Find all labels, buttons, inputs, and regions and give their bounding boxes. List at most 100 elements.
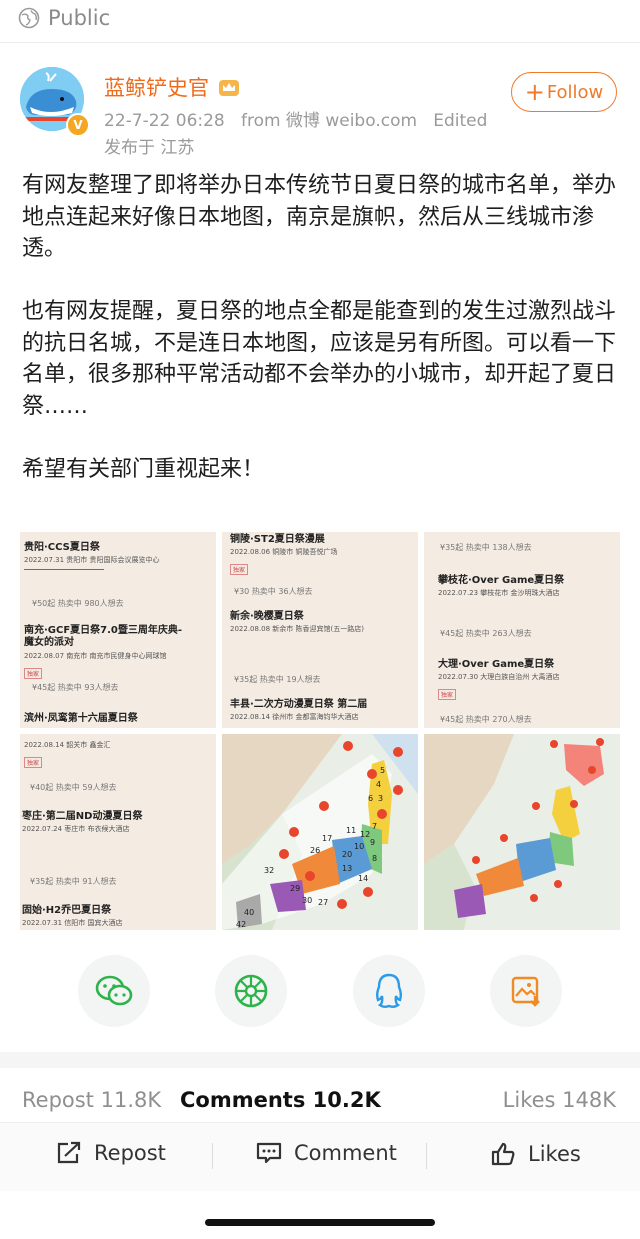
divider (0, 42, 640, 43)
edited-label[interactable]: Edited (433, 111, 487, 131)
event-stat: ¥35起 热卖中 19人想去 (234, 675, 321, 684)
post-source: from 微博 weibo.com (240, 111, 418, 131)
image-2[interactable]: 铜陵·ST2夏日祭漫展 2022.08.06 铜陵市 铜陵吾悦广场 独家 ¥30… (222, 532, 418, 728)
event-meta: 2022.07.30 大理白族自治州 大禹酒店 (438, 673, 560, 681)
share-moments-button[interactable] (215, 955, 287, 1027)
event-title: 丰县·二次方动漫夏日祭 第二届 (230, 699, 368, 710)
list-item: ¥45起 热卖中 263人想去 大理·Over Game夏日祭 2022.07.… (424, 628, 620, 701)
stats-row: Repost 11.8K Comments 10.2K Likes 148K (0, 1084, 640, 1120)
share-wechat-button[interactable] (78, 955, 150, 1027)
repost-label: Repost (94, 1141, 166, 1165)
crown-badge-icon (219, 80, 239, 96)
action-bar: Repost Comment Likes (0, 1122, 640, 1191)
thumbs-up-icon (491, 1142, 515, 1166)
avatar[interactable]: V (20, 67, 90, 137)
visibility-indicator: Public (18, 6, 110, 30)
image-grid: 贵阳·CCS夏日祭 2022.07.31 贵阳市 贵阳国际会议展览中心 ¥50起… (20, 532, 620, 930)
qq-icon (376, 973, 402, 1008)
post-text: 有网友整理了即将举办日本传统节日夏日祭的城市名单，举办地点连起来好像日本地图，南… (22, 173, 617, 482)
image-5-map[interactable]: 5 4 3 6 7 9 12 11 10 8 26 20 17 32 13 14… (222, 734, 418, 930)
image-6-map[interactable] (424, 734, 620, 930)
map-label: 7 (372, 822, 378, 831)
globe-icon (18, 7, 40, 29)
list-item: 铜陵·ST2夏日祭漫展 2022.08.06 铜陵市 铜陵吾悦广场 独家 (222, 532, 418, 576)
image-3[interactable]: ¥35起 热卖中 138人想去 攀枝花·Over Game夏日祭 2022.07… (424, 532, 620, 728)
image-4[interactable]: 2022.08.14 韶关市 鑫金汇 独家 ¥40起 热卖中 59人想去 枣庄·… (20, 734, 216, 930)
event-stat: ¥50起 热卖中 980人想去 (32, 599, 124, 608)
author-name[interactable]: 蓝鲸铲史官 (104, 72, 209, 102)
event-stat: ¥45起 热卖中 263人想去 (440, 629, 532, 638)
image-1[interactable]: 贵阳·CCS夏日祭 2022.07.31 贵阳市 贵阳国际会议展览中心 ¥50起… (20, 532, 216, 728)
event-title: 攀枝花·Over Game夏日祭 (438, 575, 565, 586)
event-stat: ¥40起 热卖中 59人想去 (30, 783, 117, 792)
verified-v-icon: V (66, 113, 90, 137)
exclusive-tag: 独家 (230, 564, 249, 575)
follow-button[interactable]: + Follow (511, 72, 617, 112)
section-divider (0, 1052, 640, 1068)
list-item: ¥35起 热卖中 91人想去 固始·H2乔巴夏日祭 2022.07.31 信阳市… (20, 876, 216, 928)
plus-icon: + (524, 78, 545, 106)
divider (426, 1143, 427, 1169)
map-label: 27 (318, 898, 329, 907)
event-meta: 2022.08.14 徐州市 金都富海钧华大酒店 (230, 713, 359, 721)
map-label: 13 (342, 864, 353, 873)
wechat-icon (95, 975, 133, 1006)
event-title: 铜陵·ST2夏日祭漫展 (230, 534, 325, 545)
post-meta: 22-7-22 06:28 from 微博 weibo.com Edited (104, 106, 487, 131)
tab-reposts[interactable]: Repost 11.8K (22, 1088, 161, 1112)
list-item: ¥35起 热卖中 138人想去 攀枝花·Over Game夏日祭 2022.07… (424, 542, 620, 598)
event-stat: ¥45起 热卖中 93人想去 (32, 683, 119, 692)
map-label: 9 (370, 838, 376, 847)
event-title: 大理·Over Game夏日祭 (438, 659, 555, 670)
follow-label: Follow (546, 81, 604, 103)
home-indicator[interactable] (205, 1219, 435, 1226)
save-image-button[interactable] (490, 955, 562, 1027)
like-button[interactable]: Likes (490, 1141, 581, 1167)
comment-button[interactable]: Comment (256, 1141, 397, 1165)
list-item: ¥50起 热卖中 980人想去 南充·GCF夏日祭7.0暨三周年庆典-魔女的派对… (20, 598, 216, 680)
map-label: 26 (310, 846, 321, 855)
map-label: 6 (368, 794, 374, 803)
event-title: 新余·晚樱夏日祭 (230, 611, 304, 622)
tab-comments[interactable]: Comments 10.2K (180, 1088, 381, 1112)
map-label: 5 (380, 766, 386, 775)
map-number-labels: 5 4 3 6 7 9 12 11 10 8 26 20 17 32 13 14… (222, 734, 418, 930)
repost-button[interactable]: Repost (56, 1141, 166, 1165)
post-location: 发布于 江苏 (104, 138, 195, 158)
event-title: 滨州·凤鸾第十六届夏日祭 (24, 713, 138, 724)
map-label: 29 (290, 884, 301, 893)
map-label: 12 (360, 830, 371, 839)
repost-icon (57, 1141, 81, 1164)
map-label: 10 (354, 842, 365, 851)
exclusive-tag: 独家 (24, 757, 43, 768)
map-label: 17 (322, 834, 333, 843)
visibility-label: Public (48, 6, 111, 30)
list-item: 贵阳·CCS夏日祭 2022.07.31 贵阳市 贵阳国际会议展览中心 (20, 538, 216, 570)
author-name-row[interactable]: 蓝鲸铲史官 (104, 72, 241, 102)
event-meta: 2022.08.07 南充市 南充市民健身中心网球馆 (24, 652, 167, 660)
map-label: 42 (236, 920, 247, 929)
divider (212, 1143, 213, 1169)
event-title: 枣庄·第二届ND动漫夏日祭 (22, 811, 143, 822)
event-meta: 2022.07.31 贵阳市 贵阳国际会议展览中心 (24, 556, 160, 564)
exclusive-tag: 独家 (438, 689, 457, 700)
list-item: 2022.08.14 韶关市 鑫金汇 独家 (20, 738, 216, 769)
map-label: 14 (358, 874, 369, 883)
save-image-icon (511, 976, 540, 1007)
event-stat: ¥35起 热卖中 91人想去 (30, 877, 117, 886)
share-row (0, 955, 640, 1029)
tab-likes[interactable]: Likes 148K (503, 1088, 616, 1112)
event-stat: ¥30 热卖中 36人想去 (234, 587, 313, 596)
event-meta: 2022.08.08 新余市 陈香迎宾馆(五一路店) (230, 625, 364, 633)
map-label: 40 (244, 908, 255, 917)
list-item: ¥35起 热卖中 19人想去 丰县·二次方动漫夏日祭 第二届 2022.08.1… (222, 674, 418, 722)
comment-label: Comment (294, 1141, 397, 1165)
event-title: 贵阳·CCS夏日祭 (24, 542, 100, 553)
share-qq-button[interactable] (353, 955, 425, 1027)
map-label: 8 (372, 854, 378, 863)
exclusive-tag: 独家 (24, 668, 43, 679)
list-item: ¥45起 热卖中 270人想去 (424, 714, 620, 725)
japan-map-graphic (424, 734, 620, 930)
list-item: ¥30 热卖中 36人想去 新余·晚樱夏日祭 2022.08.08 新余市 陈香… (222, 586, 418, 634)
map-label: 30 (302, 896, 313, 905)
